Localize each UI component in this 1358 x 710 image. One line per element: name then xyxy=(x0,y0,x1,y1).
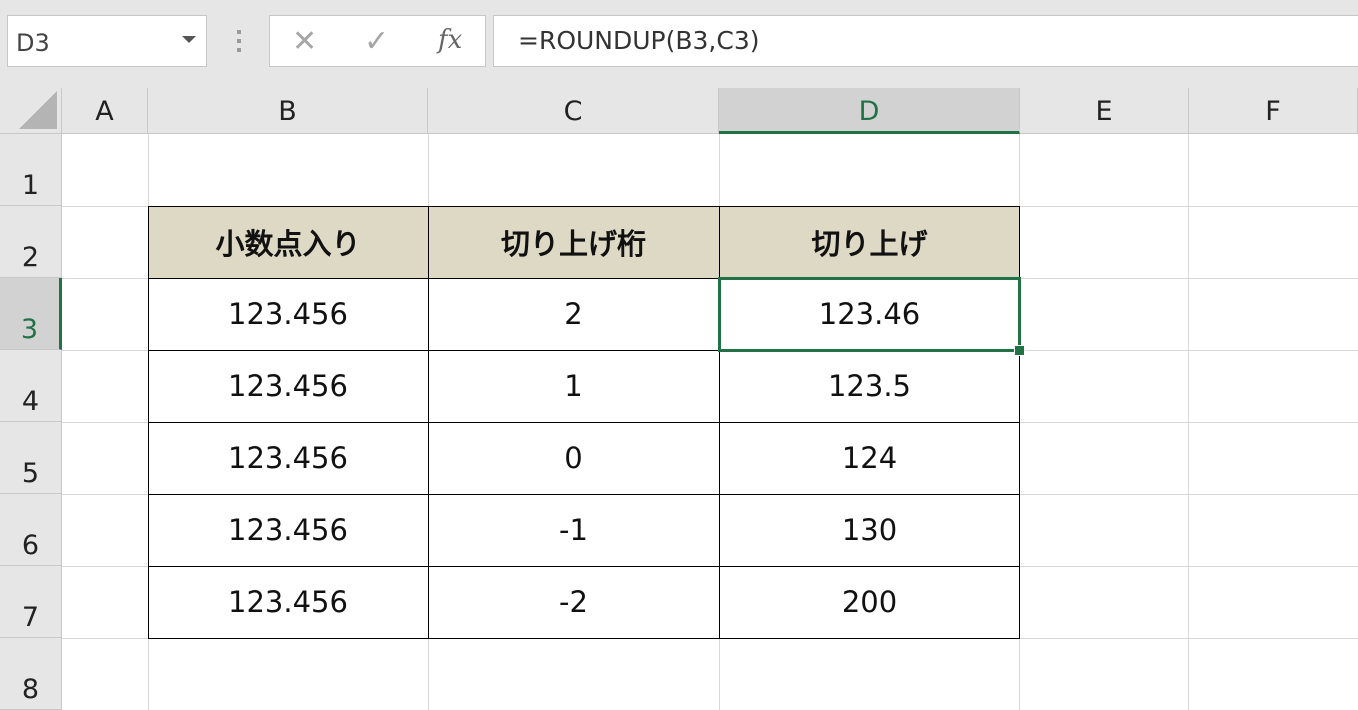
cell-d2[interactable]: 切り上げ xyxy=(719,206,1020,278)
row-number: 8 xyxy=(21,674,40,705)
select-all-triangle-icon xyxy=(19,91,57,129)
formula-toolbar: D3 ✕ ✓ fx =ROUNDUP(B3,C3) xyxy=(0,0,1358,88)
name-box[interactable]: D3 xyxy=(7,15,207,67)
row-header-1[interactable]: 1 xyxy=(0,134,62,206)
row-header-2[interactable]: 2 xyxy=(0,206,62,278)
cell-c7[interactable]: -2 xyxy=(428,566,719,638)
cell-d5[interactable]: 124 xyxy=(719,422,1020,494)
table-border xyxy=(148,566,1020,567)
row-number: 1 xyxy=(21,170,40,201)
cancel-icon[interactable]: ✕ xyxy=(292,24,317,59)
column-header-c[interactable]: C xyxy=(428,88,719,134)
cell-c6[interactable]: -1 xyxy=(428,494,719,566)
active-cell-outline xyxy=(718,277,1021,352)
drag-handle-icon[interactable] xyxy=(237,30,241,52)
fill-handle[interactable] xyxy=(1014,345,1025,356)
row-header-7[interactable]: 7 xyxy=(0,566,62,638)
column-header-d[interactable]: D xyxy=(719,88,1020,134)
cell-b4[interactable]: 123.456 xyxy=(148,350,428,422)
cell-b3[interactable]: 123.456 xyxy=(148,278,428,350)
cell-d6[interactable]: 130 xyxy=(719,494,1020,566)
row-number: 6 xyxy=(21,530,40,561)
formula-input[interactable]: =ROUNDUP(B3,C3) xyxy=(493,15,1358,67)
cell-c2[interactable]: 切り上げ桁 xyxy=(428,206,719,278)
column-header-f[interactable]: F xyxy=(1189,88,1358,134)
row-number: 2 xyxy=(21,242,40,273)
cell-b7[interactable]: 123.456 xyxy=(148,566,428,638)
chevron-down-icon[interactable] xyxy=(182,36,196,43)
gridline xyxy=(62,638,1358,639)
insert-function-icon[interactable]: fx xyxy=(438,25,462,55)
cell-c5[interactable]: 0 xyxy=(428,422,719,494)
formula-buttons: ✕ ✓ fx xyxy=(269,15,486,67)
row-header-3[interactable]: 3 xyxy=(0,278,62,350)
row-number: 4 xyxy=(21,386,40,417)
cell-b2[interactable]: 小数点入り xyxy=(148,206,428,278)
cell-c4[interactable]: 1 xyxy=(428,350,719,422)
row-header-4[interactable]: 4 xyxy=(0,350,62,422)
row-number: 5 xyxy=(21,458,40,489)
row-header-6[interactable]: 6 xyxy=(0,494,62,566)
column-header-a[interactable]: A xyxy=(62,88,148,134)
row-number: 3 xyxy=(20,314,39,345)
row-header-5[interactable]: 5 xyxy=(0,422,62,494)
table-border xyxy=(148,422,1020,423)
cell-b5[interactable]: 123.456 xyxy=(148,422,428,494)
column-header-b[interactable]: B xyxy=(148,88,428,134)
cell-d4[interactable]: 123.5 xyxy=(719,350,1020,422)
cell-b6[interactable]: 123.456 xyxy=(148,494,428,566)
select-all-button[interactable] xyxy=(0,88,62,134)
formula-text: =ROUNDUP(B3,C3) xyxy=(518,26,760,55)
name-box-value: D3 xyxy=(16,29,50,57)
cell-c3[interactable]: 2 xyxy=(428,278,719,350)
enter-icon[interactable]: ✓ xyxy=(364,24,389,59)
column-header-e[interactable]: E xyxy=(1020,88,1189,134)
cell-d7[interactable]: 200 xyxy=(719,566,1020,638)
row-number: 7 xyxy=(21,602,40,633)
table-border xyxy=(148,494,1020,495)
row-header-8[interactable]: 8 xyxy=(0,638,62,710)
